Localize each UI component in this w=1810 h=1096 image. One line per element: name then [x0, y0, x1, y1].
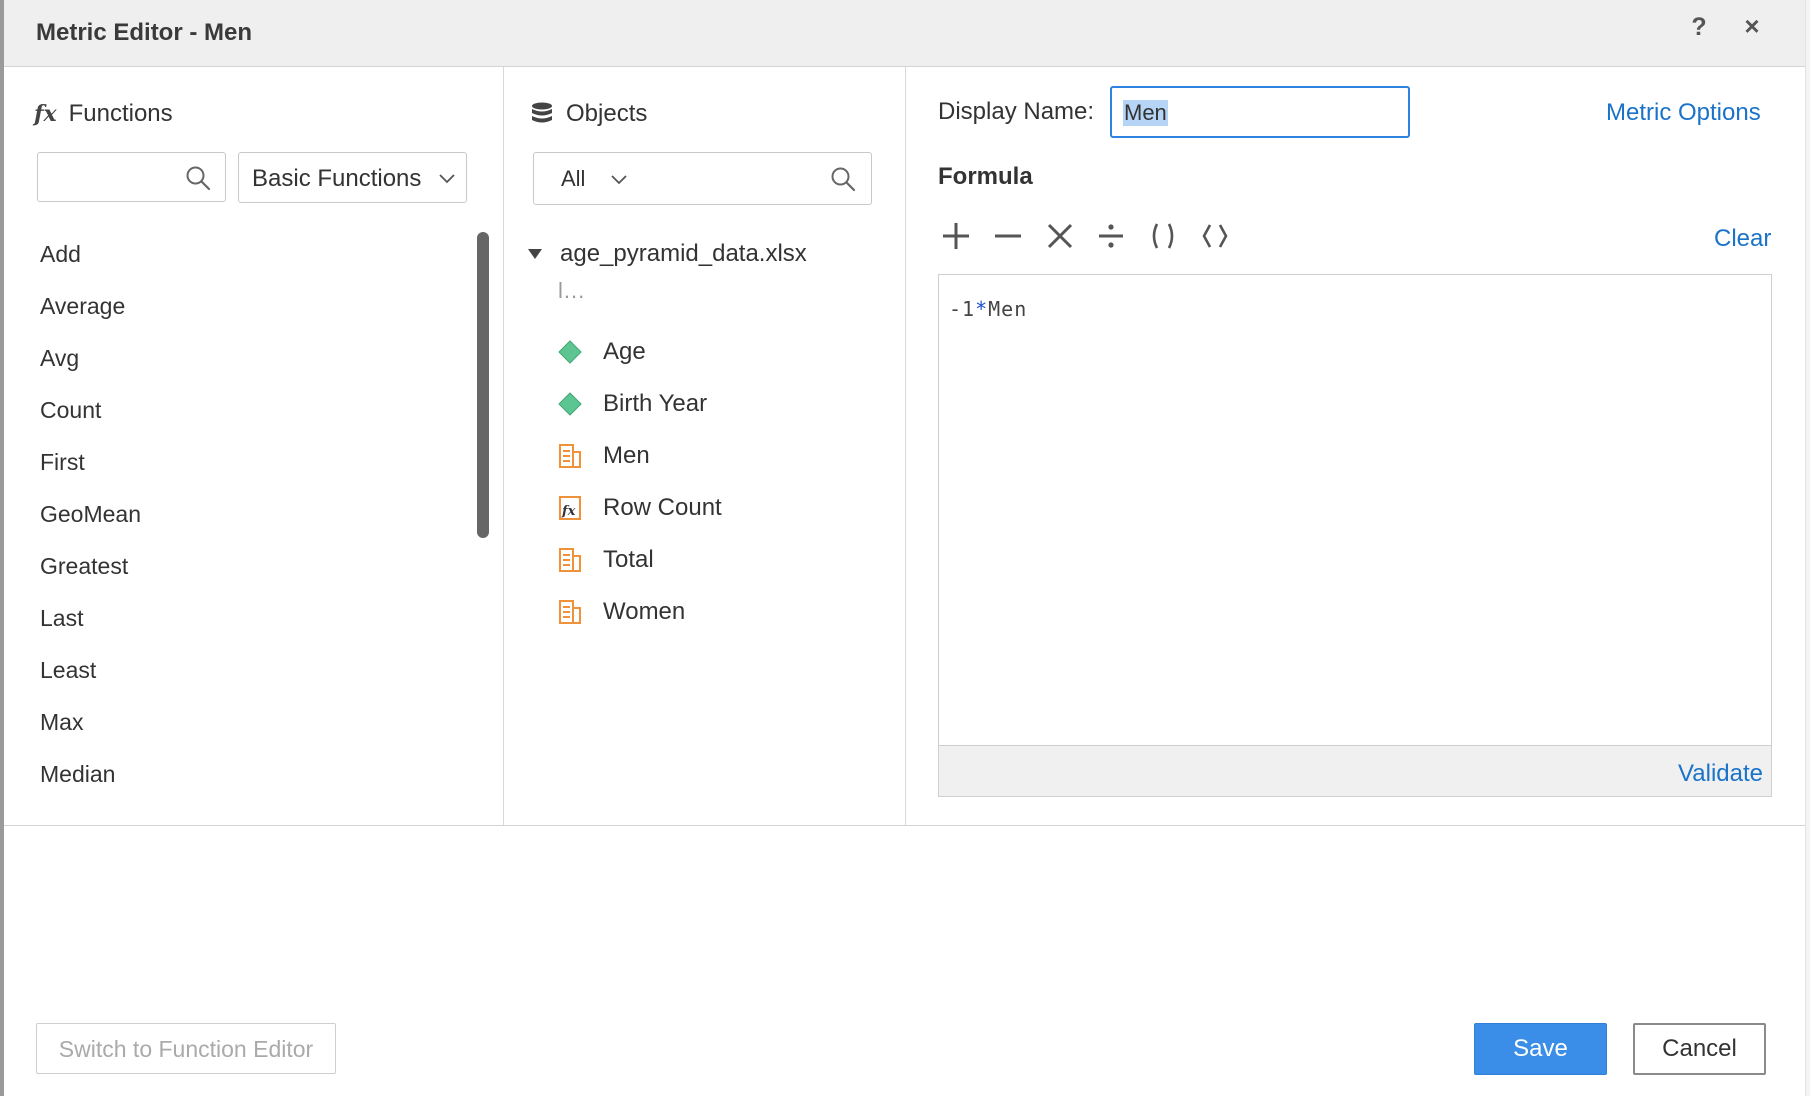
right-edge	[1805, 0, 1810, 1096]
validate-link[interactable]: Validate	[1678, 760, 1763, 788]
functions-heading: fx Functions	[34, 100, 173, 128]
divider-functions-objects	[503, 67, 504, 825]
collapse-triangle-icon[interactable]	[528, 249, 542, 259]
metric-icon	[557, 599, 583, 625]
function-item[interactable]: Add	[40, 235, 141, 287]
object-label: Total	[603, 546, 654, 573]
object-item-birth-year[interactable]: Birth Year	[557, 378, 722, 430]
function-category-select[interactable]: Basic Functions	[238, 152, 467, 203]
formula-right-operand: Men	[988, 297, 1028, 321]
help-button[interactable]: ?	[1684, 12, 1714, 42]
search-icon[interactable]	[830, 166, 856, 192]
angle-brackets-icon	[1202, 224, 1228, 248]
chevron-down-icon[interactable]	[610, 174, 628, 186]
function-item[interactable]: Greatest	[40, 547, 141, 599]
metric-icon	[557, 443, 583, 469]
divider-objects-editor	[905, 67, 906, 825]
objects-heading-label: Objects	[566, 100, 648, 127]
divide-icon	[1099, 224, 1123, 248]
function-item[interactable]: Least	[40, 651, 141, 703]
minus-button[interactable]	[990, 218, 1026, 254]
formula-editor[interactable]: -1*Men Validate	[938, 274, 1772, 797]
cancel-button[interactable]: Cancel	[1633, 1023, 1766, 1075]
dataset-tree-node[interactable]: age_pyramid_data.xlsx	[528, 240, 807, 268]
object-list: Age Birth Year Men fx Row Count Total Wo…	[557, 326, 722, 638]
save-button[interactable]: Save	[1474, 1023, 1607, 1075]
switch-to-function-editor-button[interactable]: Switch to Function Editor	[36, 1023, 336, 1074]
function-item[interactable]: Avg	[40, 339, 141, 391]
function-item[interactable]: Median	[40, 755, 141, 807]
truncated-label: l...	[558, 278, 586, 303]
objects-heading: Objects	[530, 100, 647, 128]
object-item-men[interactable]: Men	[557, 430, 722, 482]
formula-metric-icon: fx	[557, 495, 583, 521]
function-list: Add Average Avg Count First GeoMean Grea…	[40, 235, 141, 807]
function-category-value: Basic Functions	[252, 165, 422, 192]
title-bar: Metric Editor - Men ? ×	[4, 0, 1805, 67]
attribute-icon	[557, 339, 583, 365]
metric-options-link[interactable]: Metric Options	[1606, 99, 1761, 127]
plus-icon	[943, 223, 969, 249]
function-item[interactable]: Count	[40, 391, 141, 443]
metric-editor-dialog: Metric Editor - Men ? × fx Functions Bas…	[0, 0, 1810, 1096]
object-item-age[interactable]: Age	[557, 326, 722, 378]
fx-icon: fx	[34, 101, 57, 127]
search-icon[interactable]	[185, 165, 211, 191]
object-item-row-count[interactable]: fx Row Count	[557, 482, 722, 534]
formula-label: Formula	[938, 163, 1033, 190]
functions-heading-label: Functions	[68, 100, 173, 127]
multiply-button[interactable]	[1042, 218, 1078, 254]
parentheses-icon	[1152, 223, 1174, 249]
object-label: Birth Year	[603, 390, 708, 417]
object-item-women[interactable]: Women	[557, 586, 722, 638]
function-item[interactable]: Last	[40, 599, 141, 651]
formula-left-operand: -1	[949, 297, 976, 321]
multiply-icon	[1047, 223, 1073, 249]
object-item-total[interactable]: Total	[557, 534, 722, 586]
object-label: Age	[603, 338, 646, 365]
formula-text[interactable]: -1*Men	[949, 297, 1027, 321]
function-item[interactable]: GeoMean	[40, 495, 141, 547]
function-item[interactable]: First	[40, 443, 141, 495]
objects-filter-select[interactable]: All	[561, 166, 585, 192]
function-item[interactable]: Max	[40, 703, 141, 755]
divide-button[interactable]	[1093, 218, 1129, 254]
functions-search-box[interactable]	[37, 152, 226, 202]
attribute-icon	[557, 391, 583, 417]
object-label: Women	[603, 598, 686, 625]
function-item[interactable]: Average	[40, 287, 141, 339]
dialog-title: Metric Editor - Men	[36, 19, 253, 46]
close-button[interactable]: ×	[1737, 11, 1767, 41]
object-label: Row Count	[603, 494, 722, 521]
objects-filter-box: All	[533, 152, 872, 205]
parentheses-button[interactable]	[1145, 218, 1181, 254]
plus-button[interactable]	[938, 218, 974, 254]
object-label: Men	[603, 442, 650, 469]
left-edge	[0, 0, 4, 1096]
formula-operator: *	[975, 297, 989, 321]
metric-icon	[557, 547, 583, 573]
angle-brackets-button[interactable]	[1197, 218, 1233, 254]
divider-footer	[4, 825, 1805, 826]
functions-search-input[interactable]	[46, 153, 190, 201]
clear-formula-link[interactable]: Clear	[1714, 225, 1771, 253]
formula-footer: Validate	[939, 745, 1771, 796]
display-name-label: Display Name:	[938, 98, 1095, 125]
display-name-value: Men	[1123, 100, 1168, 126]
chevron-down-icon	[439, 174, 455, 184]
minus-icon	[995, 234, 1021, 238]
database-icon	[532, 102, 552, 123]
svg-text:fx: fx	[561, 504, 576, 519]
display-name-input[interactable]: Men	[1110, 86, 1410, 138]
function-list-scrollbar[interactable]	[477, 232, 489, 538]
dataset-name: age_pyramid_data.xlsx	[560, 240, 807, 267]
